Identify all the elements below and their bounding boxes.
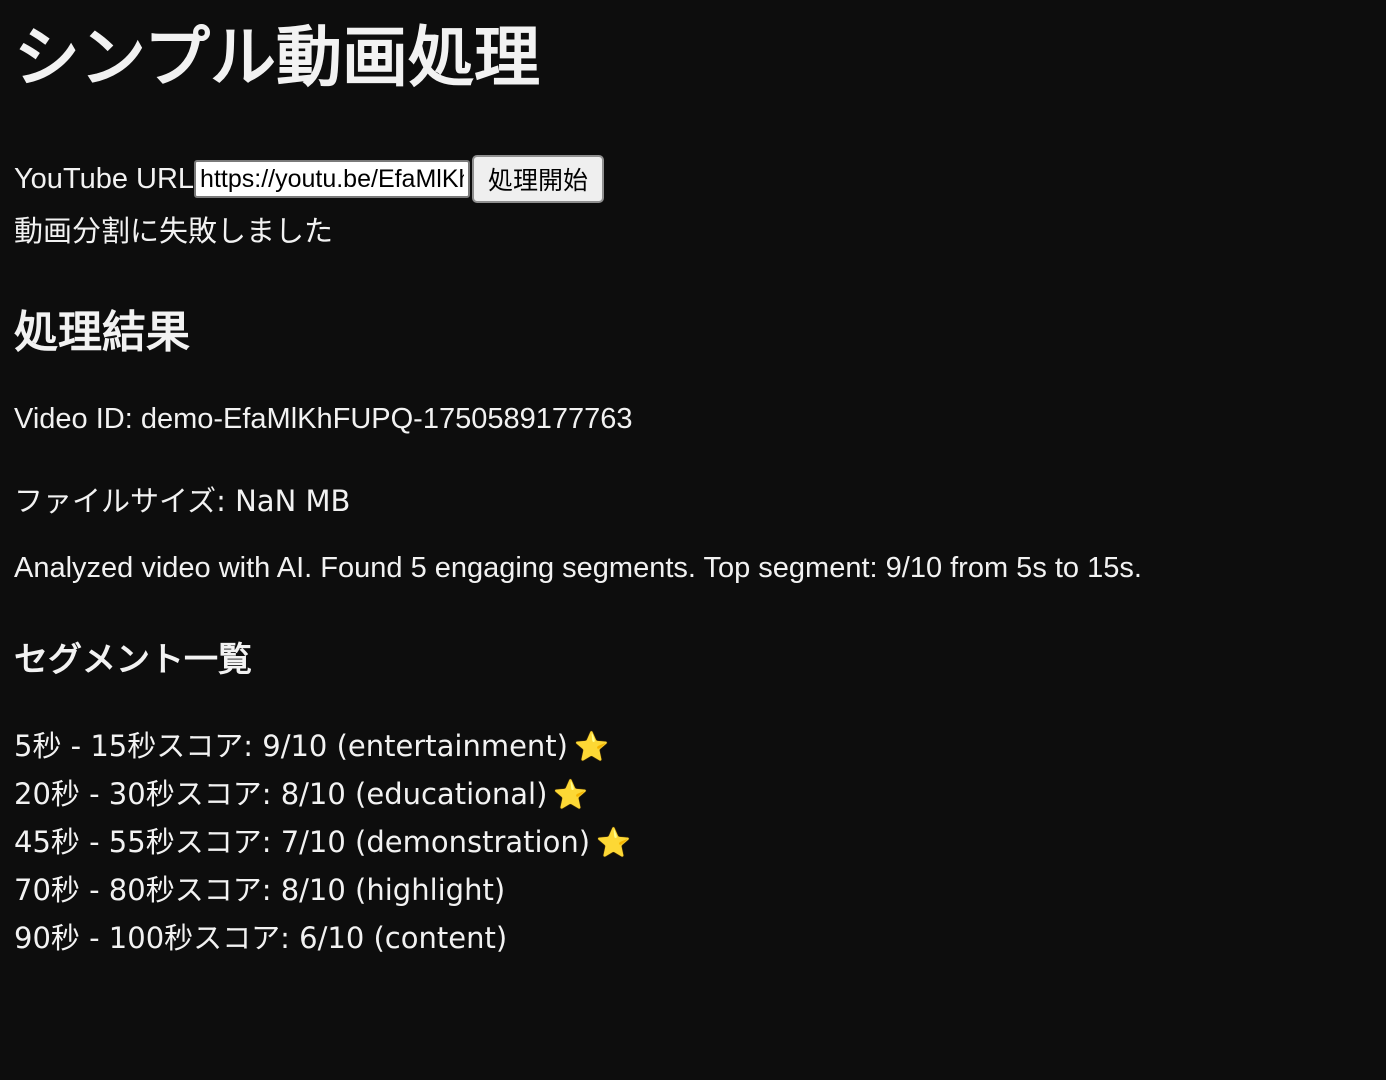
segment-item: 5秒 - 15秒スコア: 9/10 (entertainment) ⭐: [14, 722, 631, 770]
segment-text: 45秒 - 55秒スコア: 7/10 (demonstration): [14, 825, 591, 859]
url-label: YouTube URL: [14, 162, 195, 195]
star-icon: ⭐: [553, 778, 589, 811]
url-input[interactable]: [194, 160, 471, 198]
segment-list: 5秒 - 15秒スコア: 9/10 (entertainment) ⭐ 20秒 -…: [14, 722, 631, 962]
analysis-summary: Analyzed video with AI. Found 5 engaging…: [14, 552, 1142, 584]
url-form: YouTube URL 処理開始: [14, 155, 605, 203]
page-title: シンプル動画処理: [14, 19, 541, 96]
segment-text: 70秒 - 80秒スコア: 8/10 (highlight): [14, 873, 506, 907]
segment-text: 5秒 - 15秒スコア: 9/10 (entertainment): [14, 729, 568, 763]
segments-heading: セグメント一覧: [14, 640, 252, 680]
segment-item: 45秒 - 55秒スコア: 7/10 (demonstration) ⭐: [14, 818, 631, 866]
file-size: ファイルサイズ: NaN MB: [14, 484, 351, 518]
result-heading: 処理結果: [14, 307, 190, 358]
segment-item: 90秒 - 100秒スコア: 6/10 (content): [14, 914, 631, 962]
star-icon: ⭐: [574, 730, 609, 763]
segment-item: 20秒 - 30秒スコア: 8/10 (educational) ⭐: [14, 770, 631, 818]
video-id: Video ID: demo-EfaMlKhFUPQ-1750589177763: [14, 403, 633, 435]
star-icon: ⭐: [596, 826, 631, 859]
segment-item: 70秒 - 80秒スコア: 8/10 (highlight): [14, 866, 631, 914]
segment-text: 20秒 - 30秒スコア: 8/10 (educational): [14, 777, 548, 811]
start-processing-button[interactable]: 処理開始: [472, 155, 605, 203]
error-message: 動画分割に失敗しました: [14, 214, 334, 248]
segment-text: 90秒 - 100秒スコア: 6/10 (content): [14, 921, 508, 955]
page: シンプル動画処理 YouTube URL 処理開始 動画分割に失敗しました 処理…: [0, 0, 1386, 1080]
